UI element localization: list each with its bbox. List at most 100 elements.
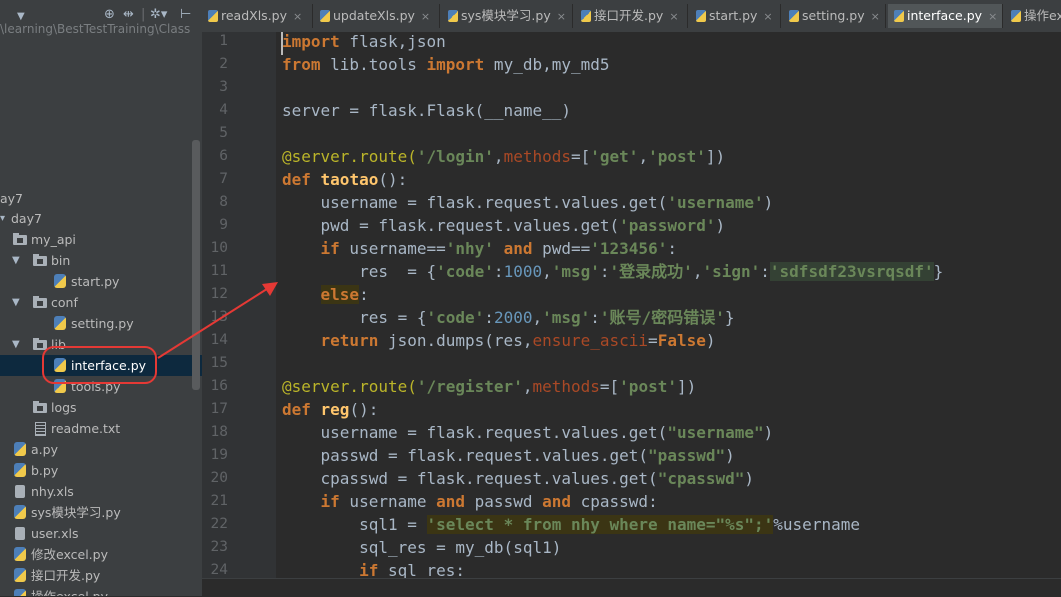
line-number: 20 (210, 470, 228, 486)
horizontal-scrollbar[interactable] (202, 578, 1061, 597)
tree-item[interactable]: 修改excel.py (0, 544, 202, 565)
close-icon[interactable]: × (421, 5, 430, 29)
tree-item-label: setting.py (71, 316, 134, 331)
line-number: 18 (210, 424, 228, 440)
tree-item[interactable]: ▾ day7 (0, 208, 202, 229)
folder-icon (33, 296, 47, 308)
code-line: username = flask.request.values.get('use… (282, 193, 774, 212)
tree-item[interactable]: ▼ bin (0, 250, 202, 271)
tree-item[interactable]: nhy.xls (0, 481, 202, 502)
tree-item-label: user.xls (31, 526, 79, 541)
line-number: 21 (210, 493, 228, 509)
tree-item[interactable]: ▼ conf (0, 292, 202, 313)
python-file-icon (54, 316, 66, 330)
line-number: 22 (210, 516, 228, 532)
tree-item[interactable]: 操作excel.py (0, 586, 202, 596)
chevron-down-icon[interactable]: ▼ (12, 250, 20, 271)
tab-sys-module[interactable]: sys模块学习.py × (442, 4, 573, 28)
folder-icon (13, 233, 27, 245)
python-file-icon (320, 10, 330, 22)
close-icon[interactable]: × (293, 5, 302, 29)
line-number: 4 (219, 102, 228, 118)
python-file-icon (14, 463, 26, 477)
text-file-icon (35, 422, 46, 436)
line-number: 19 (210, 447, 228, 463)
code-line: cpasswd = flask.request.values.get("cpas… (282, 469, 755, 488)
tab-interface[interactable]: interface.py × (888, 4, 1003, 28)
tab-label: readXls.py (221, 8, 288, 23)
close-icon[interactable]: × (557, 5, 566, 29)
code-line: server = flask.Flask(__name__) (282, 101, 571, 120)
toolbar-divider: | (141, 7, 146, 22)
code-line: import flask,json (282, 32, 446, 51)
close-icon[interactable]: × (988, 5, 997, 29)
tree-item-label: day7 (11, 211, 42, 226)
code-line: def reg(): (282, 400, 379, 419)
crosshair-icon[interactable]: ⊕ (104, 7, 115, 23)
line-number: 3 (219, 79, 228, 95)
tab-setting[interactable]: setting.py × (783, 4, 886, 28)
tree-item[interactable]: user.xls (0, 523, 202, 544)
code-line: username = flask.request.values.get("use… (282, 423, 774, 442)
python-file-icon (789, 10, 799, 22)
tab-readxls[interactable]: readXls.py × (202, 4, 313, 28)
tree-item[interactable]: b.py (0, 460, 202, 481)
line-number: 16 (210, 378, 228, 394)
tree-item[interactable]: logs (0, 397, 202, 418)
python-file-icon (208, 10, 218, 22)
chevron-down-icon[interactable]: ▾ (0, 208, 5, 229)
tab-label: setting.py (802, 8, 865, 23)
line-number: 23 (210, 539, 228, 555)
tree-item-label: ay7 (0, 191, 24, 206)
tree-item[interactable]: my_api (0, 229, 202, 250)
line-number: 7 (219, 171, 228, 187)
close-icon[interactable]: × (669, 5, 678, 29)
chevron-down-icon[interactable]: ▼ (12, 334, 20, 355)
tree-item[interactable]: start.py (0, 271, 202, 292)
tab-excel-ops[interactable]: 操作excel (1005, 4, 1061, 28)
annotation-circle (42, 346, 157, 384)
collapse-icon[interactable]: ⊢ (180, 7, 191, 23)
line-number: 17 (210, 401, 228, 417)
line-number: 12 (210, 286, 228, 302)
tree-item[interactable]: sys模块学习.py (0, 502, 202, 523)
editor-tab-bar: readXls.py × updateXls.py × sys模块学习.py × 接口… (202, 0, 1061, 33)
code-line: if username=='nhy' and pwd=='123456': (320, 239, 677, 258)
tree-item[interactable]: ay7 (0, 188, 202, 209)
tab-updatexls[interactable]: updateXls.py × (314, 4, 440, 28)
tab-label: 操作excel (1024, 8, 1061, 23)
tree-item-label: b.py (31, 463, 59, 478)
chevron-down-icon[interactable]: ▼ (12, 292, 20, 313)
tab-interface-dev[interactable]: 接口开发.py × (575, 4, 688, 28)
code-line: sql_res = my_db(sql1) (282, 538, 562, 557)
line-number: 5 (219, 125, 228, 141)
line-number: 14 (210, 332, 228, 348)
line-number: 15 (210, 355, 228, 371)
tree-item-label: 接口开发.py (31, 568, 101, 583)
gear-icon[interactable]: ✲▾ (150, 7, 167, 23)
split-icon[interactable]: ⇹ (123, 7, 134, 23)
tree-item-label: start.py (71, 274, 120, 289)
python-file-icon (54, 274, 66, 288)
python-file-icon (1011, 10, 1021, 22)
line-number: 1 (219, 33, 228, 49)
tree-item[interactable]: readme.txt (0, 418, 202, 439)
tree-item[interactable]: 接口开发.py (0, 565, 202, 586)
python-file-icon (14, 442, 26, 456)
tab-label: interface.py (907, 8, 983, 23)
tree-item-label: bin (51, 253, 71, 268)
line-number: 6 (219, 148, 228, 164)
chevron-down-icon[interactable]: ▼ (17, 9, 25, 25)
line-number: 8 (219, 194, 228, 210)
line-number: 2 (219, 56, 228, 72)
tree-item-label: sys模块学习.py (31, 505, 121, 520)
tree-item-label: 修改excel.py (31, 547, 108, 562)
close-icon[interactable]: × (763, 5, 772, 29)
close-icon[interactable]: × (871, 5, 880, 29)
sidebar-scrollbar[interactable] (192, 140, 200, 390)
tree-item[interactable]: setting.py (0, 313, 202, 334)
tab-start[interactable]: start.py × (690, 4, 781, 28)
python-file-icon (14, 589, 26, 596)
code-line: res = {'code':2000,'msg':'账号/密码错误'} (282, 308, 735, 327)
tree-item[interactable]: a.py (0, 439, 202, 460)
